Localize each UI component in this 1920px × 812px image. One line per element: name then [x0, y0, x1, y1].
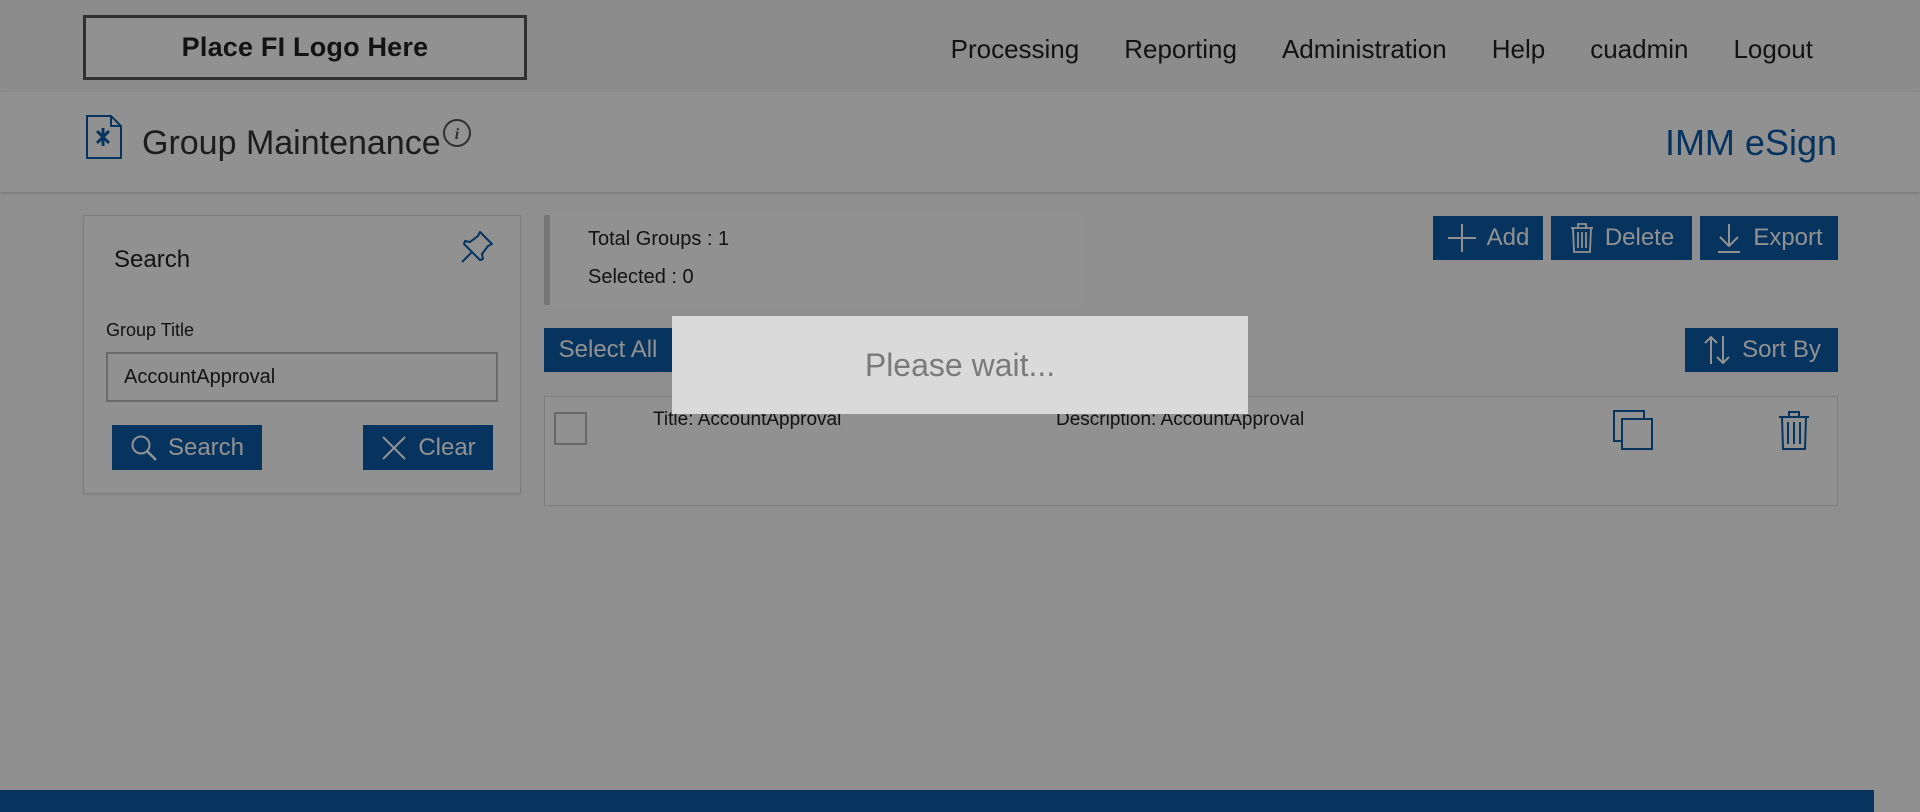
please-wait-message: Please wait...: [864, 346, 1056, 383]
please-wait-dialog: Please wait...: [672, 316, 1248, 414]
